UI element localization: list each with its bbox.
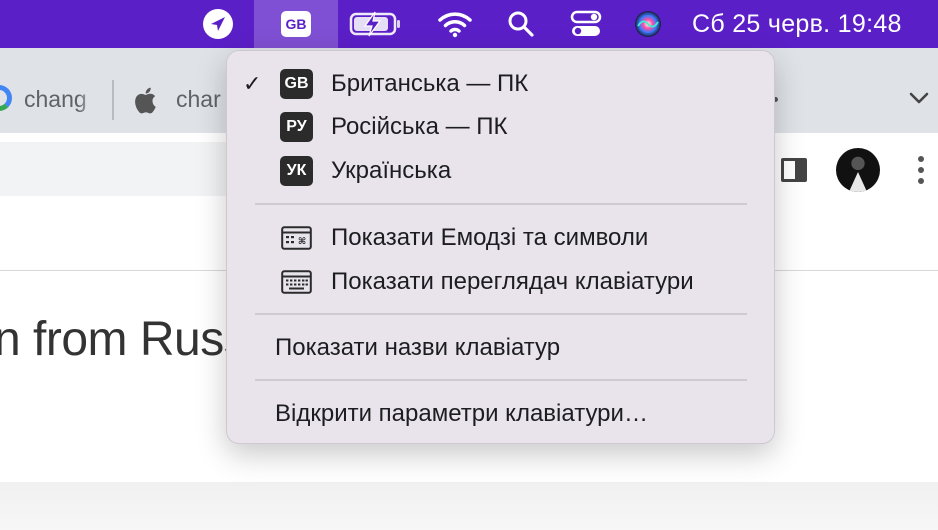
tab-divider — [112, 80, 114, 120]
siri-icon[interactable] — [632, 0, 664, 48]
menu-separator — [255, 313, 747, 315]
menu-item-label: Показати назви клавіатур — [275, 334, 561, 361]
menu-item-label: Показати Емодзі та символи — [331, 224, 649, 251]
tab-fade — [78, 82, 98, 118]
battery-charging-icon[interactable] — [348, 0, 404, 48]
menu-item-open-keyboard-settings[interactable]: Відкрити параметри клавіатури… — [227, 394, 774, 434]
language-badge: УК — [280, 156, 313, 186]
input-source-menu: ✓ GB Британська — ПК РУ Російська — ПК У… — [226, 50, 775, 444]
page-footer-band — [0, 482, 938, 530]
menu-item-label: Російська — ПК — [331, 113, 508, 140]
avatar[interactable] — [836, 148, 880, 192]
menu-item-show-emoji[interactable]: ⌘ Показати Емодзі та символи — [227, 218, 774, 258]
tab-label[interactable]: char — [176, 84, 221, 114]
emoji-viewer-icon: ⌘ — [281, 226, 312, 250]
more-options-icon[interactable] — [916, 156, 926, 186]
menu-separator — [255, 203, 747, 205]
menu-item-label: Відкрити параметри клавіатури… — [275, 400, 648, 427]
menu-item-label: Українська — [331, 157, 452, 184]
svg-text:⌘: ⌘ — [298, 237, 306, 247]
control-center-icon[interactable] — [568, 0, 604, 48]
menu-item-label: Показати переглядач клавіатури — [331, 268, 694, 295]
menu-item-language-ru[interactable]: РУ Російська — ПК — [227, 107, 774, 147]
keyboard-viewer-icon — [281, 270, 312, 294]
page-heading: n from Russ — [0, 313, 248, 366]
side-panel-icon[interactable] — [781, 158, 807, 182]
search-icon[interactable] — [506, 0, 536, 48]
location-arrow-icon[interactable] — [200, 0, 236, 48]
menu-separator — [255, 379, 747, 381]
language-badge: GB — [280, 69, 313, 99]
menu-item-show-keyboard-viewer[interactable]: Показати переглядач клавіатури — [227, 262, 774, 302]
menu-bar: GB Сб 25 черв. 19:48 — [0, 0, 938, 48]
menu-bar-clock[interactable]: Сб 25 черв. 19:48 — [692, 0, 902, 48]
apple-icon — [133, 86, 157, 119]
language-badge: РУ — [280, 112, 313, 142]
wifi-icon[interactable] — [436, 0, 474, 48]
menu-item-language-gb[interactable]: ✓ GB Британська — ПК — [227, 64, 774, 104]
menu-item-show-input-names[interactable]: Показати назви клавіатур — [227, 328, 774, 368]
menu-item-label: Британська — ПК — [331, 70, 529, 97]
chevron-down-icon[interactable] — [908, 90, 930, 111]
input-source-icon[interactable]: GB — [281, 11, 311, 37]
checkmark-icon: ✓ — [243, 71, 262, 96]
menu-item-language-uk[interactable]: УК Українська — [227, 151, 774, 191]
